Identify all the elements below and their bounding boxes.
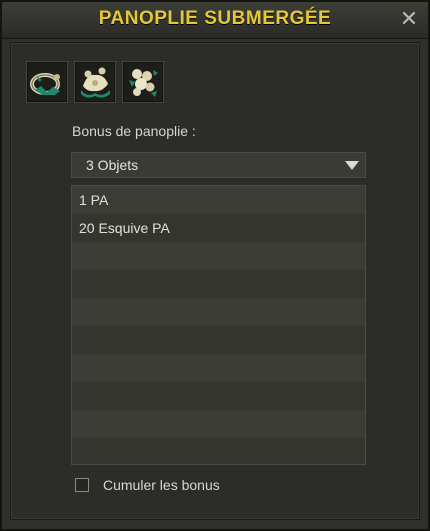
ring-item-icon [30, 73, 60, 95]
bonus-row [72, 298, 365, 326]
bonus-row [72, 242, 365, 270]
bonus-row: 1 PA [72, 186, 365, 214]
close-button[interactable]: ✕ [398, 8, 420, 30]
bonus-list[interactable]: 1 PA 20 Esquive PA [71, 185, 366, 465]
title-bar[interactable]: PANOPLIE SUBMERGÉE ✕ [2, 2, 428, 39]
bonus-label: Bonus de panoplie : [72, 123, 196, 139]
bonus-row [72, 382, 365, 410]
dropdown-value: 3 Objets [86, 157, 139, 173]
bonus-row [72, 326, 365, 354]
item-slot-ring[interactable] [26, 61, 68, 103]
shell-item-icon [81, 67, 110, 98]
chevron-down-icon [345, 161, 359, 170]
item-slot-pearl[interactable] [122, 61, 164, 103]
bonus-count-dropdown[interactable]: 3 Objets [71, 152, 366, 178]
window-title: PANOPLIE SUBMERGÉE [98, 8, 332, 29]
cumulate-label: Cumuler les bonus [103, 477, 220, 493]
cumulate-checkbox[interactable] [75, 478, 89, 492]
bonus-row [72, 270, 365, 298]
set-window: PANOPLIE SUBMERGÉE ✕ Bonus de panoplie:… [0, 0, 430, 531]
close-icon: ✕ [399, 6, 419, 31]
bonus-row: 20 Esquive PA [72, 214, 365, 242]
bonus-row [72, 354, 365, 382]
bonus-row [72, 410, 365, 438]
pearl-item-icon [129, 69, 158, 97]
content-panel: Bonus de panoplie : 3 Objets 1 PA 20 Esq… [10, 42, 420, 520]
bonus-row [72, 438, 365, 464]
item-slot-shell[interactable] [74, 61, 116, 103]
